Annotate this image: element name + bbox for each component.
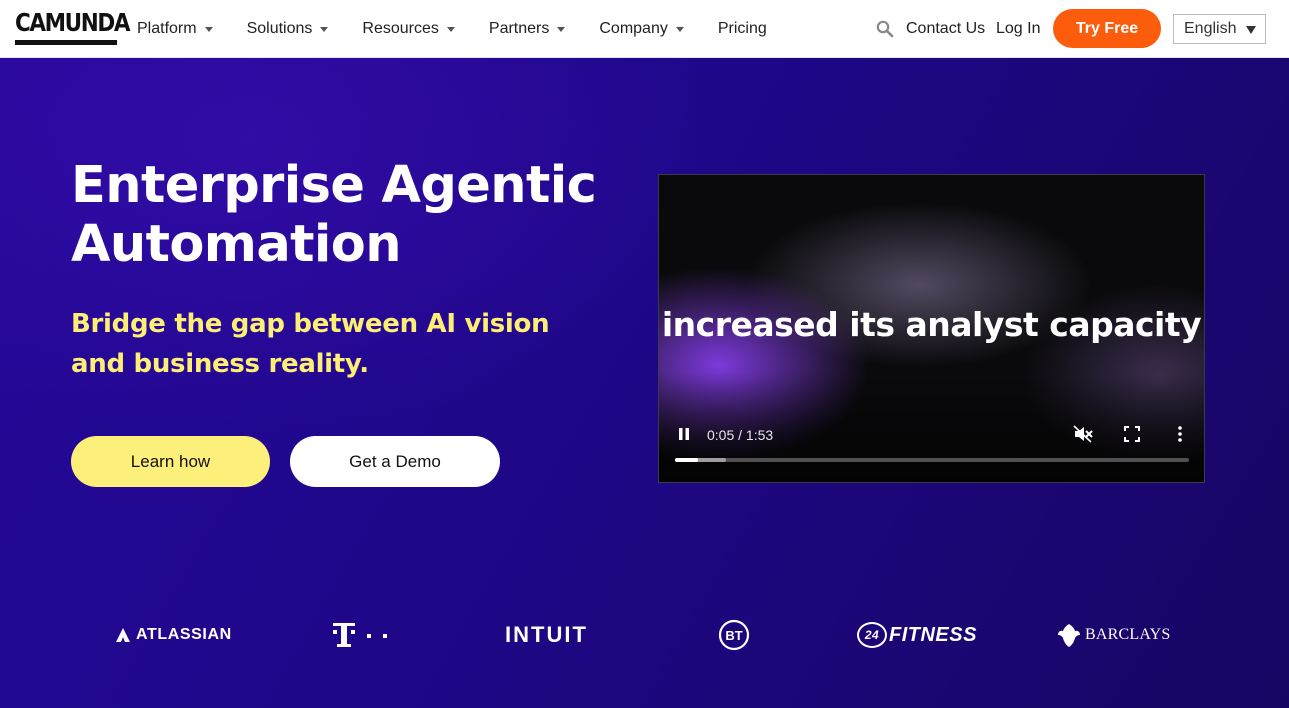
telekom-logo xyxy=(330,610,390,660)
search-icon[interactable] xyxy=(876,20,894,38)
log-in-link[interactable]: Log In xyxy=(996,20,1040,38)
video-progress-fill xyxy=(675,458,698,462)
atlassian-mark-icon xyxy=(116,628,130,642)
fitness-wordmark: FITNESS xyxy=(889,623,977,646)
hero-section: Enterprise Agentic Automation Bridge the… xyxy=(0,58,1289,708)
learn-how-button[interactable]: Learn how xyxy=(71,436,270,487)
caret-down-icon xyxy=(1246,26,1256,34)
video-caption: increased its analyst capacity xyxy=(661,305,1202,344)
nav-item-label: Company xyxy=(599,20,668,37)
bt-logo: BT xyxy=(718,610,750,660)
video-time: 0:05 / 1:53 xyxy=(707,427,774,443)
get-a-demo-button[interactable]: Get a Demo xyxy=(290,436,500,487)
chevron-down-icon xyxy=(204,26,213,32)
nav-item-label: Platform xyxy=(137,20,197,37)
nav-item-label: Solutions xyxy=(246,20,313,37)
pause-icon[interactable] xyxy=(677,427,691,441)
nav-item-resources[interactable]: Resources xyxy=(362,20,455,38)
fullscreen-icon[interactable] xyxy=(1124,426,1140,442)
main-nav: Platform Solutions Resources Partners Co… xyxy=(137,0,801,58)
hero-subtitle: Bridge the gap between AI vision and bus… xyxy=(71,309,550,379)
camunda-logo[interactable]: CAMUNDA xyxy=(15,8,131,45)
contact-us-link[interactable]: Contact Us xyxy=(906,20,985,38)
atlassian-logo: ATLASSIAN xyxy=(115,610,232,660)
try-free-button[interactable]: Try Free xyxy=(1053,9,1161,48)
site-header: CAMUNDA Platform Solutions Resources Par… xyxy=(0,0,1289,58)
chevron-down-icon xyxy=(446,26,455,32)
atlassian-wordmark: ATLASSIAN xyxy=(136,626,232,643)
telekom-t-icon xyxy=(333,623,387,647)
barclays-eagle-icon xyxy=(1058,624,1080,647)
nav-item-label: Pricing xyxy=(717,20,767,37)
chevron-down-icon xyxy=(320,26,329,32)
nav-item-platform[interactable]: Platform xyxy=(137,20,213,38)
video-player[interactable]: increased its analyst capacity 0:05 / 1:… xyxy=(658,174,1205,483)
more-options-icon[interactable] xyxy=(1175,425,1185,443)
nav-item-company[interactable]: Company xyxy=(599,20,684,38)
customer-logos: ATLASSIAN INTUIT BT 24 FITNESS BARCLAYS xyxy=(0,610,1289,660)
barclays-wordmark: BARCLAYS xyxy=(1085,626,1171,643)
language-select[interactable]: English xyxy=(1173,14,1266,44)
nav-item-solutions[interactable]: Solutions xyxy=(247,20,329,38)
nav-item-label: Partners xyxy=(488,20,550,37)
nav-item-label: Resources xyxy=(362,20,439,37)
bt-circle-icon: BT xyxy=(718,619,750,651)
chevron-down-icon xyxy=(557,26,566,32)
language-selected-value: English xyxy=(1184,20,1237,37)
nav-item-pricing[interactable]: Pricing xyxy=(718,20,767,38)
chevron-down-icon xyxy=(675,26,684,32)
bt-wordmark: BT xyxy=(725,628,742,643)
intuit-logo: INTUIT xyxy=(505,622,588,647)
logo-text: CAMUNDA xyxy=(15,8,131,37)
barclays-logo: BARCLAYS xyxy=(1056,610,1170,660)
muted-speaker-icon[interactable] xyxy=(1073,425,1093,443)
24-hour-fitness-logo: 24 FITNESS xyxy=(857,610,977,660)
video-progress-bar[interactable] xyxy=(675,458,1189,462)
fitness-24-badge: 24 xyxy=(857,622,887,648)
logo-underline xyxy=(15,40,117,45)
nav-item-partners[interactable]: Partners xyxy=(488,20,566,38)
hero-title: Enterprise Agentic Automation xyxy=(71,156,597,274)
